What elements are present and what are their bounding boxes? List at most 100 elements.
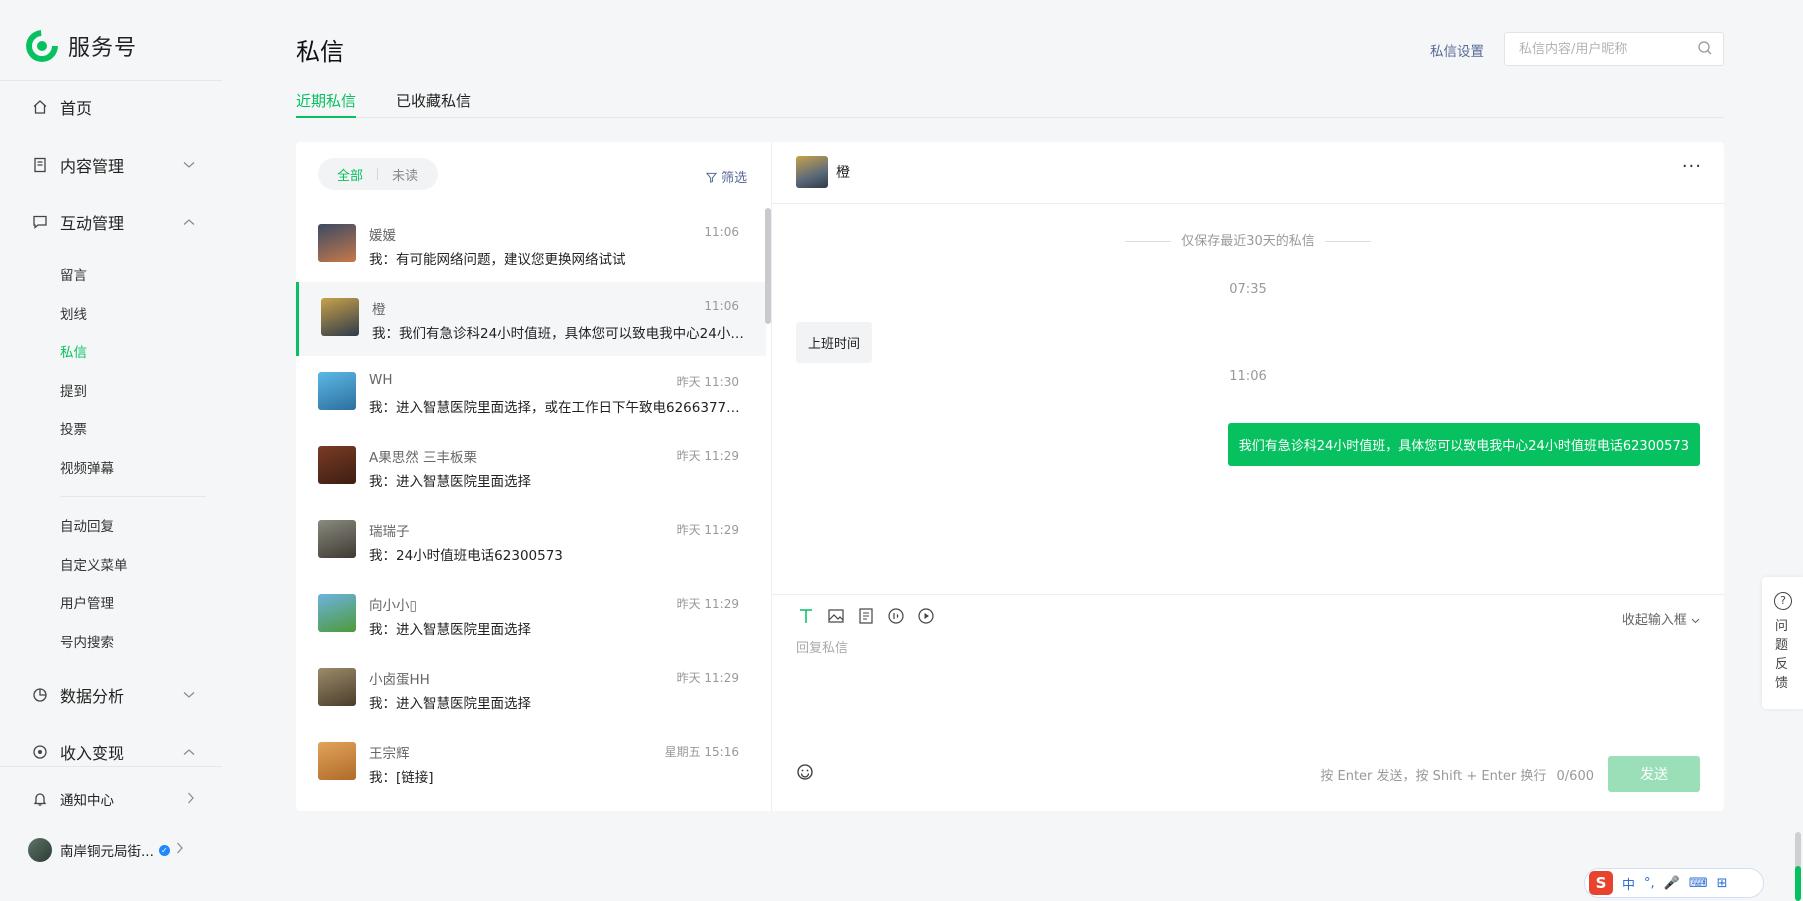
chevron-right-icon bbox=[176, 842, 184, 858]
sidebar-item-content[interactable]: 内容管理 bbox=[30, 150, 195, 180]
conversation-time: 星期五 15:16 bbox=[664, 745, 739, 759]
keyboard-icon[interactable]: ⌨ bbox=[1689, 876, 1708, 891]
sidebar-item-interaction[interactable]: 互动管理 bbox=[30, 207, 195, 237]
divider bbox=[1125, 241, 1172, 242]
tab-bar: 近期私信 已收藏私信 bbox=[296, 90, 1724, 118]
collapse-input-button[interactable]: 收起输入框 bbox=[1622, 609, 1700, 628]
conversation-item[interactable]: 小卤蛋HH 昨天 11:29 我：进入智慧医院里面选择 bbox=[296, 652, 766, 726]
chevron-down-icon bbox=[183, 159, 195, 172]
filter-unread-button[interactable]: 未读 bbox=[392, 165, 418, 184]
conversation-item[interactable]: 瑞瑞子 昨天 11:29 我：24小时值班电话62300573 bbox=[296, 504, 766, 578]
conversation-item[interactable]: A果思然 三丰板栗 昨天 11:29 我：进入智慧医院里面选择 bbox=[296, 430, 766, 504]
ime-punctuation-toggle[interactable]: °, bbox=[1644, 876, 1655, 891]
ime-language-toggle[interactable]: 中 bbox=[1622, 874, 1635, 893]
ime-logo-icon[interactable]: S bbox=[1589, 871, 1613, 895]
chat-window: 橙 ··· 仅保存最近30天的私信 07:35 上班时间 11:06 我们有急诊… bbox=[772, 142, 1724, 811]
tab-favorites[interactable]: 已收藏私信 bbox=[396, 90, 471, 118]
sidebar-divider bbox=[0, 766, 222, 767]
sidebar-item-home[interactable]: 首页 bbox=[30, 92, 195, 122]
sidebar-item-notifications[interactable]: 通知中心 bbox=[30, 784, 195, 814]
chevron-down-icon bbox=[183, 689, 195, 702]
audio-icon[interactable] bbox=[886, 606, 906, 626]
sidebar-item-label: 通知中心 bbox=[60, 793, 114, 809]
emoji-icon[interactable] bbox=[796, 763, 814, 781]
retention-notice-text: 仅保存最近30天的私信 bbox=[1181, 234, 1315, 249]
sidebar-divider bbox=[60, 496, 206, 497]
avatar bbox=[318, 446, 356, 484]
avatar[interactable] bbox=[796, 156, 828, 188]
send-button[interactable]: 发送 bbox=[1608, 756, 1700, 792]
sidebar-item-label: 数据分析 bbox=[60, 687, 125, 706]
conversation-preview: 我：有可能网络问题，建议您更换网络试试 bbox=[369, 252, 626, 268]
divider bbox=[1324, 241, 1371, 242]
conversation-name: 小卤蛋HH bbox=[369, 672, 430, 688]
sidebar-item-underline[interactable]: 划线 bbox=[60, 303, 87, 323]
conversation-name: A果思然 三丰板栗 bbox=[369, 450, 478, 466]
retention-notice: 仅保存最近30天的私信 bbox=[772, 230, 1724, 249]
filter-icon bbox=[705, 172, 718, 183]
sidebar-item-polls[interactable]: 投票 bbox=[60, 418, 87, 438]
message-icon bbox=[30, 212, 50, 232]
conversation-name: 橙 bbox=[372, 302, 386, 318]
conversation-item[interactable]: 媛媛 11:06 我：有可能网络问题，建议您更换网络试试 bbox=[296, 208, 766, 282]
feedback-button[interactable]: ? 问题反馈 bbox=[1762, 577, 1803, 709]
conversation-preview: 我：进入智慧医院里面选择 bbox=[369, 696, 531, 712]
search-input[interactable] bbox=[1505, 33, 1685, 65]
avatar bbox=[318, 224, 356, 262]
filter-all-button[interactable]: 全部 bbox=[337, 165, 363, 184]
collapse-input-label: 收起输入框 bbox=[1621, 613, 1687, 628]
reply-input[interactable] bbox=[796, 637, 1700, 727]
conversation-time: 昨天 11:29 bbox=[676, 597, 739, 611]
page-scrollbar-indicator bbox=[1795, 866, 1801, 901]
sidebar-item-label: 收入变现 bbox=[60, 744, 125, 763]
chevron-up-icon bbox=[183, 746, 195, 759]
conversation-preview: 我：进入智慧医院里面选择 bbox=[369, 474, 531, 490]
conversation-item[interactable]: 王宗辉 星期五 15:16 我：[链接] bbox=[296, 726, 766, 800]
sidebar-item-messages[interactable]: 私信 bbox=[60, 341, 87, 361]
message-timestamp: 07:35 bbox=[1229, 282, 1267, 297]
conversation-item[interactable]: WH 昨天 11:30 我：进入智慧医院里面选择，或在工作日下午致电62663778… bbox=[296, 356, 766, 430]
sidebar-item-data[interactable]: 数据分析 bbox=[30, 680, 195, 710]
conversation-item[interactable]: 橙 11:06 我：我们有急诊科24小时值班，具体您可以致电我中心24小时值班电话6… bbox=[296, 282, 766, 356]
conversation-preview: 我：进入智慧医院里面选择 bbox=[369, 622, 531, 638]
sidebar-item-search[interactable]: 号内搜索 bbox=[60, 631, 114, 651]
sidebar-item-mentions[interactable]: 提到 bbox=[60, 380, 87, 400]
divider bbox=[377, 168, 379, 180]
tab-recent[interactable]: 近期私信 bbox=[296, 90, 357, 118]
toolbox-icon[interactable]: ⊞ bbox=[1717, 876, 1728, 891]
char-count: 0/600 bbox=[1556, 769, 1594, 784]
more-options-icon[interactable]: ··· bbox=[1682, 156, 1702, 177]
avatar bbox=[318, 594, 356, 632]
pie-chart-icon bbox=[30, 685, 50, 705]
send-hint-text: 按 Enter 发送，按 Shift + Enter 换行 bbox=[1320, 769, 1547, 784]
page-title: 私信 bbox=[296, 38, 344, 66]
message-settings-link[interactable]: 私信设置 bbox=[1430, 40, 1484, 60]
sidebar-item-users[interactable]: 用户管理 bbox=[60, 592, 114, 612]
conversation-item[interactable]: 向小小▯ 昨天 11:29 我：进入智慧医院里面选择 bbox=[296, 578, 766, 652]
video-icon[interactable] bbox=[916, 606, 936, 626]
text-icon[interactable] bbox=[796, 606, 816, 626]
account-switcher[interactable]: 南岸铜元局街... ✓ bbox=[28, 838, 193, 862]
avatar bbox=[318, 520, 356, 558]
sidebar-item-custom-menu[interactable]: 自定义菜单 bbox=[60, 554, 128, 574]
sidebar-item-danmaku[interactable]: 视频弹幕 bbox=[60, 457, 114, 477]
brand-logo[interactable]: 服务号 bbox=[26, 28, 137, 64]
document-icon bbox=[30, 155, 50, 175]
image-icon[interactable] bbox=[826, 606, 846, 626]
search-icon[interactable] bbox=[1697, 40, 1713, 56]
sidebar-item-monetize[interactable]: 收入变现 bbox=[30, 737, 195, 767]
sidebar-item-label: 内容管理 bbox=[60, 157, 125, 176]
list-scrollbar[interactable] bbox=[765, 208, 771, 324]
message-timestamp: 11:06 bbox=[1229, 369, 1267, 384]
send-hint: 按 Enter 发送，按 Shift + Enter 换行 0/600 bbox=[1320, 765, 1594, 784]
brand-logo-icon bbox=[26, 30, 58, 62]
sidebar-item-auto-reply[interactable]: 自动回复 bbox=[60, 515, 114, 535]
messages-panel: 全部 未读 筛选 媛媛 11:06 我：有可能网络问题，建议您更换网络试试橙 11:0… bbox=[296, 142, 1724, 811]
chat-header: 橙 ··· bbox=[772, 142, 1724, 204]
ime-toolbar: S 中 °, 🎤 ⌨ ⊞ bbox=[1584, 868, 1764, 898]
sidebar-item-comments[interactable]: 留言 bbox=[60, 264, 87, 284]
screen-button[interactable]: 筛选 bbox=[705, 167, 747, 186]
article-icon[interactable] bbox=[856, 606, 876, 626]
home-icon bbox=[30, 97, 50, 117]
microphone-icon[interactable]: 🎤 bbox=[1664, 876, 1680, 891]
